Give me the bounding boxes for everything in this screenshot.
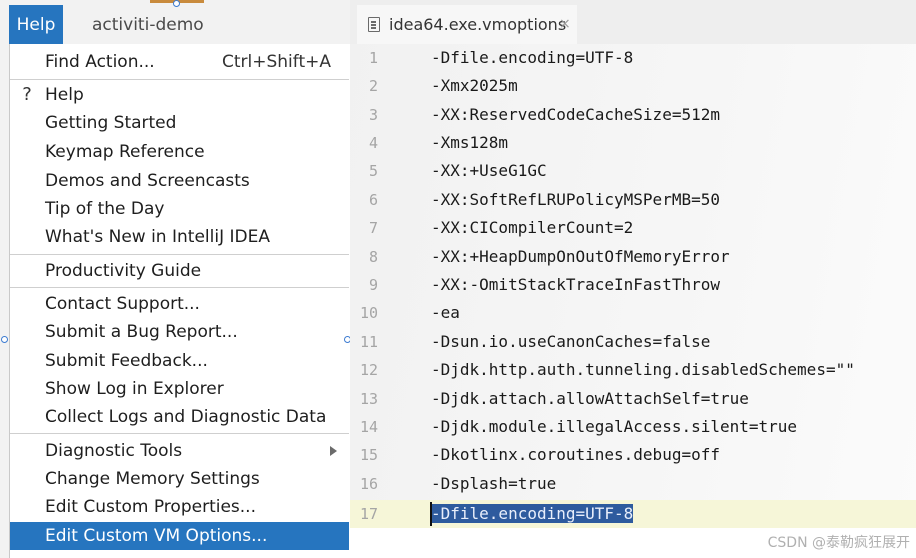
line-number: 3 (368, 106, 378, 124)
line-number: 4 (368, 134, 378, 152)
selection-handle[interactable] (1, 336, 8, 343)
menu-item-label: Getting Started (45, 113, 177, 133)
menu-item-label: Edit Custom Properties... (45, 497, 256, 517)
menu-item-change-memory[interactable]: Change Memory Settings (10, 465, 349, 493)
selection-handle[interactable] (173, 0, 180, 7)
menu-item-help[interactable]: ? Help (10, 81, 349, 109)
menu-item-edit-custom-vm-options[interactable]: Edit Custom VM Options... (10, 522, 349, 550)
editor-tab-bar: idea64.exe.vmoptions × (350, 0, 916, 44)
menu-item-label: Contact Support... (45, 294, 200, 314)
code-line[interactable]: -XX:+UseG1GC (431, 157, 547, 185)
code-line-selected[interactable]: -Dfile.encoding=UTF-8 (431, 500, 634, 528)
menu-item-submit-feedback[interactable]: Submit Feedback... (10, 347, 349, 375)
menu-item-productivity-guide[interactable]: Productivity Guide (10, 257, 349, 285)
code-line[interactable]: -Xms128m (431, 129, 508, 157)
menu-item-label: Show Log in Explorer (45, 379, 224, 399)
code-line[interactable]: -XX:-OmitStackTraceInFastThrow (431, 271, 720, 299)
line-number: 11 (359, 333, 378, 351)
menu-item-show-log[interactable]: Show Log in Explorer (10, 375, 349, 403)
code-line[interactable]: -Dsun.io.useCanonCaches=false (431, 328, 710, 356)
ide-menu-panel: Help activiti-demo Find Action... Ctrl+S… (0, 0, 350, 558)
line-number: 16 (359, 475, 378, 493)
menu-item-label: Change Memory Settings (45, 469, 260, 489)
code-line[interactable]: -Xmx2025m (431, 72, 518, 100)
help-dropdown-menu: Find Action... Ctrl+Shift+A ? Help Getti… (9, 44, 350, 558)
line-number: 7 (368, 219, 378, 237)
menu-item-getting-started[interactable]: Getting Started (10, 109, 349, 137)
line-number: 5 (368, 162, 378, 180)
line-number: 2 (368, 77, 378, 95)
menu-item-shortcut: Ctrl+Shift+A (221, 52, 331, 72)
line-number: 10 (359, 304, 378, 322)
file-text-icon (368, 17, 380, 32)
menu-item-edit-custom-properties[interactable]: Edit Custom Properties... (10, 493, 349, 521)
menu-item-label: Tip of the Day (45, 199, 165, 219)
tab-file-name: idea64.exe.vmoptions (389, 15, 567, 34)
menu-help[interactable]: Help (9, 5, 63, 45)
code-line[interactable]: -XX:SoftRefLRUPolicyMSPerMB=50 (431, 186, 720, 214)
menu-item-label: Find Action... (45, 52, 155, 72)
menu-item-label: Productivity Guide (45, 261, 202, 281)
menu-item-label: Diagnostic Tools (45, 441, 183, 461)
menu-separator (10, 254, 349, 255)
code-line[interactable]: -Djdk.attach.allowAttachSelf=true (431, 385, 749, 413)
menu-item-find-action[interactable]: Find Action... Ctrl+Shift+A (10, 48, 349, 76)
line-number: 1 (368, 49, 378, 67)
menu-item-label: Submit a Bug Report... (45, 322, 238, 342)
menu-separator (10, 287, 349, 288)
menu-item-label: Collect Logs and Diagnostic Data (45, 407, 327, 427)
menu-item-label: Keymap Reference (45, 142, 205, 162)
menu-item-diagnostic-tools[interactable]: Diagnostic Tools (10, 437, 349, 465)
line-number: 13 (359, 390, 378, 408)
code-line[interactable]: -XX:+HeapDumpOnOutOfMemoryError (431, 243, 730, 271)
menu-item-label: What's New in IntelliJ IDEA (45, 227, 270, 247)
submenu-arrow-icon (330, 446, 337, 456)
code-line[interactable]: -Dfile.encoding=UTF-8 (431, 44, 633, 72)
menu-item-label: Edit Custom VM Options... (45, 526, 268, 546)
line-number: 12 (359, 361, 378, 379)
menu-item-keymap-reference[interactable]: Keymap Reference (10, 138, 349, 166)
watermark: CSDN @泰勒疯狂展开 (767, 535, 910, 551)
code-line[interactable]: -XX:ReservedCodeCacheSize=512m (431, 101, 720, 129)
menu-separator (10, 79, 349, 80)
line-number: 9 (368, 276, 378, 294)
close-icon[interactable]: × (559, 5, 571, 44)
line-number: 6 (368, 191, 378, 209)
code-line[interactable]: -XX:CICompilerCount=2 (431, 214, 633, 242)
line-number: 8 (368, 248, 378, 266)
menu-item-collect-logs[interactable]: Collect Logs and Diagnostic Data (10, 403, 349, 431)
menu-item-label: Demos and Screencasts (45, 171, 250, 191)
code-line[interactable]: -Dkotlinx.coroutines.debug=off (431, 441, 720, 469)
menu-item-tip-of-the-day[interactable]: Tip of the Day (10, 195, 349, 223)
text-caret (430, 502, 432, 526)
menu-item-label: Help (45, 85, 84, 105)
menu-item-submit-bug-report[interactable]: Submit a Bug Report... (10, 318, 349, 346)
code-line[interactable]: -Djdk.module.illegalAccess.silent=true (431, 413, 797, 441)
menu-item-contact-support[interactable]: Contact Support... (10, 290, 349, 318)
code-editor: idea64.exe.vmoptions × 1 2 3 4 5 6 7 8 9… (350, 0, 916, 558)
menu-item-demos-screencasts[interactable]: Demos and Screencasts (10, 167, 349, 195)
line-number: 14 (359, 418, 378, 436)
editor-tab-vmoptions[interactable]: idea64.exe.vmoptions × (357, 5, 577, 44)
code-line[interactable]: -ea (431, 299, 460, 327)
line-number: 17 (359, 505, 378, 523)
selected-text: -Dfile.encoding=UTF-8 (431, 504, 634, 523)
code-line[interactable]: -Djdk.http.auth.tunneling.disabledScheme… (431, 356, 855, 384)
menu-separator (10, 433, 349, 434)
line-number-gutter: 1 2 3 4 5 6 7 8 9 10 11 12 13 14 15 16 1… (350, 44, 420, 558)
menu-item-whats-new[interactable]: What's New in IntelliJ IDEA (10, 223, 349, 251)
project-name: activiti-demo (92, 15, 204, 35)
line-number: 15 (359, 446, 378, 464)
code-line[interactable]: -Dsplash=true (431, 470, 556, 498)
menu-item-label: Submit Feedback... (45, 351, 208, 371)
question-mark-icon: ? (22, 84, 32, 105)
